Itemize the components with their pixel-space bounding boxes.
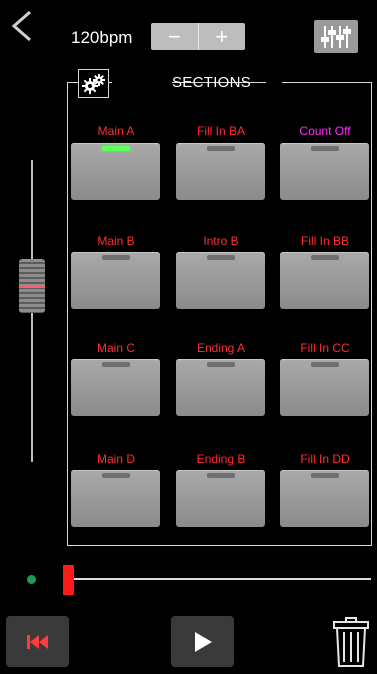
frame-title-gap-right xyxy=(266,76,282,88)
section-pad-label: Ending A xyxy=(196,341,246,355)
play-button[interactable] xyxy=(171,616,234,667)
back-button[interactable] xyxy=(8,8,36,44)
section-pad-button[interactable] xyxy=(176,470,265,527)
tempo-label: 120bpm xyxy=(71,28,133,47)
section-led xyxy=(311,255,339,260)
section-led xyxy=(311,362,339,367)
section-pad-label: Main A xyxy=(97,124,135,138)
section-pad-button[interactable] xyxy=(176,252,265,309)
section-pad-label: Main D xyxy=(96,452,135,466)
playback-progress-track[interactable] xyxy=(65,578,371,580)
section-pad-label: Fill In CC xyxy=(300,341,350,355)
status-indicator xyxy=(27,575,36,584)
mixer-button[interactable] xyxy=(314,20,358,53)
tempo-stepper: − + xyxy=(151,23,245,50)
active-section-led xyxy=(102,146,130,151)
playhead-handle[interactable] xyxy=(63,565,74,595)
section-pad-button[interactable] xyxy=(280,359,369,416)
section-pad-button[interactable] xyxy=(280,143,369,200)
section-led xyxy=(102,473,130,478)
section-pad-button[interactable] xyxy=(71,359,160,416)
section-pad-label: Main C xyxy=(96,341,135,355)
section-led xyxy=(311,146,339,151)
skip-to-start-icon xyxy=(26,634,48,649)
section-led xyxy=(102,255,130,260)
section-pad-button[interactable] xyxy=(280,470,369,527)
section-settings-button[interactable] xyxy=(78,69,109,98)
sections-title: SECTIONS xyxy=(172,74,252,91)
section-led xyxy=(102,362,130,367)
section-pad-button[interactable] xyxy=(71,470,160,527)
tempo-decrement-button[interactable]: − xyxy=(151,23,198,50)
trash-icon xyxy=(333,617,369,667)
section-pad-button[interactable] xyxy=(71,143,160,200)
slider-thumb-marker xyxy=(19,285,45,289)
section-pad-button[interactable] xyxy=(280,252,369,309)
section-pad-label: Fill In BA xyxy=(196,124,245,138)
delete-button[interactable] xyxy=(331,612,371,668)
section-pad-button[interactable] xyxy=(71,252,160,309)
mixer-icon xyxy=(321,26,351,48)
rewind-button[interactable] xyxy=(6,616,69,667)
tempo-increment-button[interactable]: + xyxy=(199,23,246,50)
play-icon xyxy=(194,631,212,652)
section-pad-label: Fill In BB xyxy=(300,234,349,248)
section-led xyxy=(311,473,339,478)
gears-icon xyxy=(81,73,105,94)
section-led xyxy=(207,255,235,260)
back-arrow-icon xyxy=(11,10,31,42)
section-pad-label: Fill In DD xyxy=(300,452,350,466)
volume-slider-thumb[interactable] xyxy=(19,259,45,314)
section-led xyxy=(207,146,235,151)
section-pad-button[interactable] xyxy=(176,359,265,416)
section-pad-label: Ending B xyxy=(196,452,246,466)
frame-title-gap xyxy=(112,76,172,88)
section-pad-label: Intro B xyxy=(203,234,239,248)
section-led xyxy=(207,362,235,367)
section-pad-button[interactable] xyxy=(176,143,265,200)
section-pad-label: Main B xyxy=(97,234,135,248)
section-led xyxy=(207,473,235,478)
section-pad-label: Count Off xyxy=(299,124,351,138)
